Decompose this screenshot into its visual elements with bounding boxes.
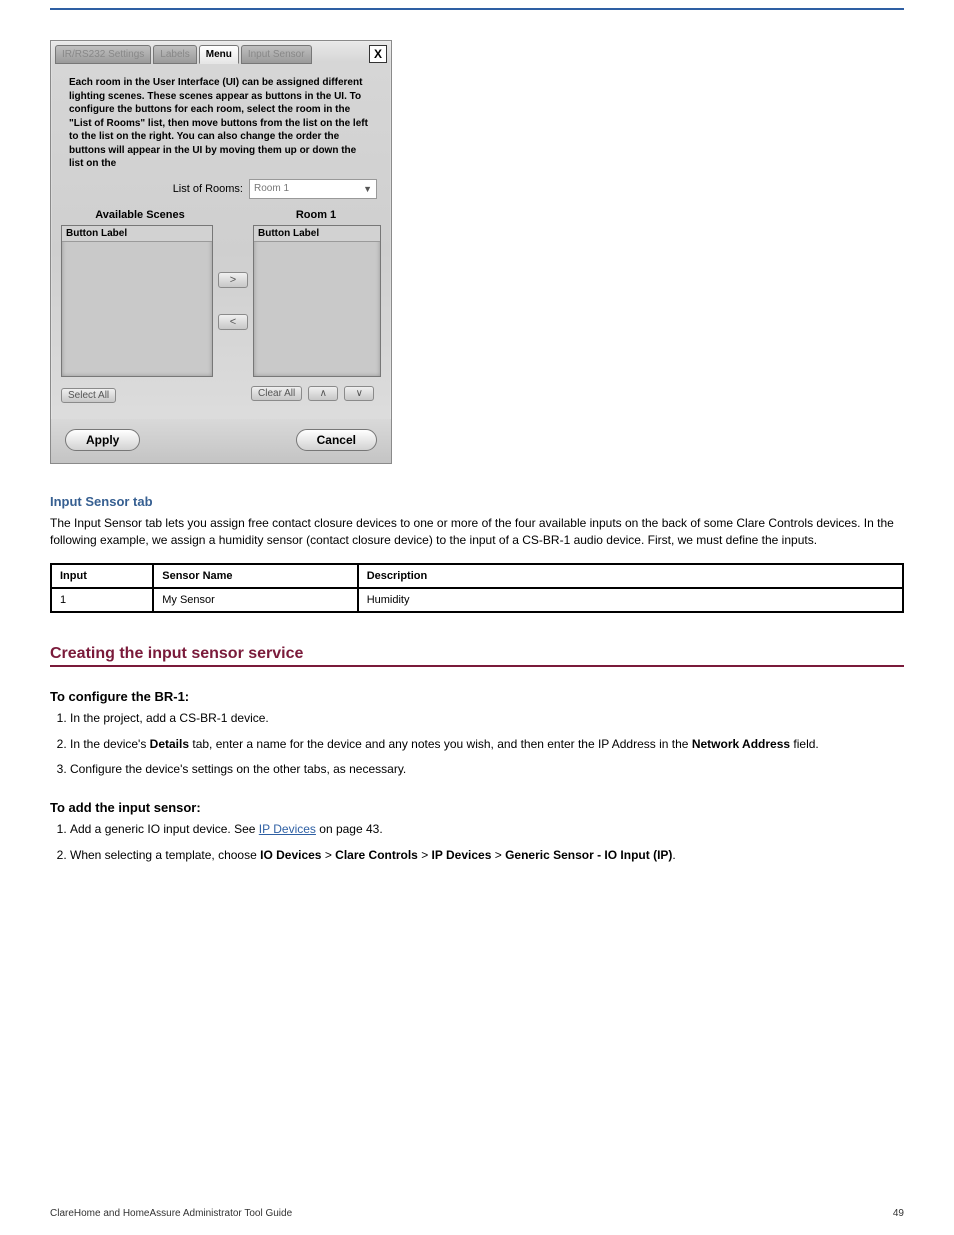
- rooms-label: List of Rooms:: [65, 183, 249, 195]
- chevron-down-icon: ▼: [363, 184, 372, 194]
- move-right-button[interactable]: >: [218, 272, 248, 288]
- rooms-dropdown[interactable]: Room 1 ▼: [249, 179, 377, 199]
- step2-list: Add a generic IO input device. See IP De…: [70, 821, 904, 864]
- move-left-button[interactable]: <: [218, 314, 248, 330]
- room-list-column-header: Button Label: [254, 226, 380, 242]
- footer-doc-title: ClareHome and HomeAssure Administrator T…: [50, 1208, 292, 1219]
- room-column-header: Room 1: [255, 209, 377, 221]
- th-description: Description: [358, 564, 903, 588]
- step2-item-1: Add a generic IO input device. See IP De…: [70, 821, 904, 838]
- available-scenes-header: Available Scenes: [65, 209, 215, 221]
- step2-title: To add the input sensor:: [50, 800, 904, 815]
- settings-dialog: IR/RS232 Settings Labels Menu Input Sens…: [50, 40, 392, 464]
- tab-labels[interactable]: Labels: [153, 45, 196, 64]
- section-title-input-sensor: Input Sensor tab: [50, 494, 904, 509]
- step1-list: In the project, add a CS-BR-1 device. In…: [70, 710, 904, 778]
- top-rule: [50, 8, 904, 10]
- select-all-button[interactable]: Select All: [61, 388, 116, 403]
- th-input: Input: [51, 564, 153, 588]
- tab-row: IR/RS232 Settings Labels Menu Input Sens…: [51, 41, 391, 64]
- step1-item-2: In the device's Details tab, enter a nam…: [70, 736, 904, 753]
- tab-menu[interactable]: Menu: [199, 45, 239, 64]
- section-input-sensor-paragraph: The Input Sensor tab lets you assign fre…: [50, 515, 904, 550]
- cancel-button[interactable]: Cancel: [296, 429, 377, 451]
- move-up-button[interactable]: ∧: [308, 386, 338, 401]
- clear-all-button[interactable]: Clear All: [251, 386, 302, 401]
- available-list-column-header: Button Label: [62, 226, 212, 242]
- td-input-1: 1: [51, 588, 153, 612]
- td-sensor-name-1: My Sensor: [153, 588, 357, 612]
- move-down-button[interactable]: ∨: [344, 386, 374, 401]
- dialog-help-text: Each room in the User Interface (UI) can…: [51, 64, 391, 177]
- step1-item-3: Configure the device's settings on the o…: [70, 761, 904, 778]
- input-sensor-table: Input Sensor Name Description 1 My Senso…: [50, 563, 904, 613]
- step2-item1-pre: Add a generic IO input device. See: [70, 822, 259, 836]
- heading-create-service: Creating the input sensor service: [50, 645, 904, 667]
- rooms-selected-value: Room 1: [254, 183, 289, 194]
- td-description-1: Humidity: [358, 588, 903, 612]
- step2-item-2: When selecting a template, choose IO Dev…: [70, 847, 904, 864]
- available-scenes-list[interactable]: Button Label: [61, 225, 213, 377]
- step2-item1-post: on page 43.: [319, 822, 382, 836]
- close-button[interactable]: X: [369, 45, 387, 63]
- tab-input-sensor[interactable]: Input Sensor: [241, 45, 312, 64]
- step1-title: To configure the BR-1:: [50, 689, 904, 704]
- th-sensor-name: Sensor Name: [153, 564, 357, 588]
- step1-item-1: In the project, add a CS-BR-1 device.: [70, 710, 904, 727]
- footer-page-number: 49: [893, 1208, 904, 1219]
- apply-button[interactable]: Apply: [65, 429, 140, 451]
- tab-ir-rs232[interactable]: IR/RS232 Settings: [55, 45, 151, 64]
- room-scenes-list[interactable]: Button Label: [253, 225, 381, 377]
- ip-devices-link[interactable]: IP Devices: [259, 822, 316, 836]
